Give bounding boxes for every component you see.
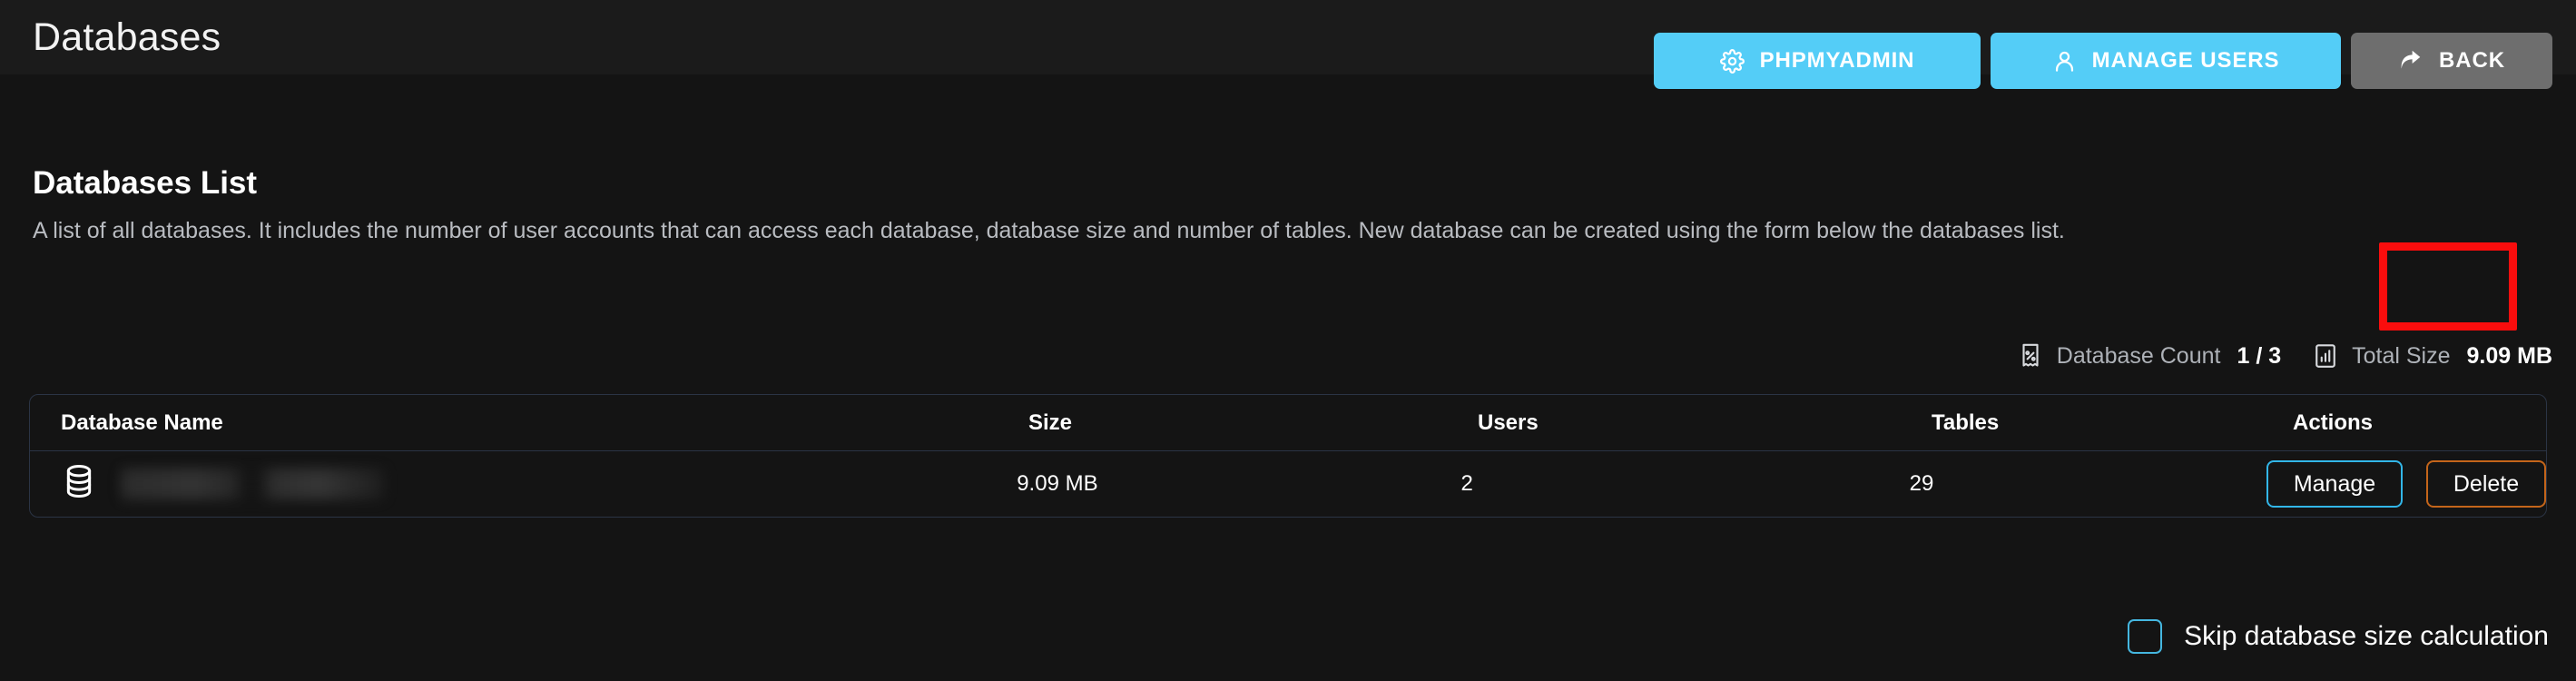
total-size-stat: Total Size 9.09 MB bbox=[2312, 342, 2552, 370]
column-header-size: Size bbox=[1028, 410, 1073, 435]
delete-database-button[interactable]: Delete bbox=[2426, 460, 2546, 508]
database-size-value: 9.09 MB bbox=[1017, 471, 1098, 496]
database-count-stat: Database Count 1 / 3 bbox=[2017, 342, 2281, 370]
stats-row: Database Count 1 / 3 Total Size 9.09 MB bbox=[2017, 342, 2552, 370]
table-header-row: Database Name Size Users Tables Actions bbox=[30, 395, 2546, 451]
section-title: Databases List bbox=[33, 165, 258, 201]
delete-button-highlight-annotation bbox=[2379, 242, 2517, 331]
database-name-cell bbox=[30, 463, 1017, 506]
phpmyadmin-button-label: PHPMYADMIN bbox=[1759, 48, 1915, 73]
bar-chart-icon bbox=[2312, 342, 2339, 370]
user-icon bbox=[2052, 49, 2077, 74]
column-header-database-name: Database Name bbox=[61, 410, 223, 435]
page-title: Databases bbox=[33, 15, 221, 59]
database-count-label: Database Count bbox=[2056, 342, 2221, 369]
database-tables-value: 29 bbox=[1909, 471, 1934, 496]
total-size-value: 9.09 MB bbox=[2466, 342, 2552, 369]
gear-icon bbox=[1719, 48, 1745, 74]
back-button[interactable]: BACK bbox=[2351, 33, 2552, 89]
manage-users-button-label: MANAGE USERS bbox=[2091, 48, 2280, 73]
header-actions: PHPMYADMIN MANAGE USERS BACK bbox=[1654, 33, 2552, 89]
skip-size-calculation-checkbox[interactable] bbox=[2128, 619, 2163, 654]
database-users-value: 2 bbox=[1460, 471, 1473, 496]
phpmyadmin-button[interactable]: PHPMYADMIN bbox=[1654, 33, 1981, 89]
database-stack-icon bbox=[61, 463, 97, 506]
receipt-percent-icon bbox=[2017, 342, 2044, 370]
total-size-label: Total Size bbox=[2352, 342, 2451, 369]
database-count-value: 1 / 3 bbox=[2237, 342, 2282, 369]
table-row: 9.09 MB 2 29 Manage Delete bbox=[30, 451, 2546, 517]
back-button-label: BACK bbox=[2439, 48, 2505, 73]
row-actions-cell: Manage Delete bbox=[2266, 460, 2546, 508]
manage-database-button[interactable]: Manage bbox=[2266, 460, 2403, 508]
column-header-users: Users bbox=[1478, 410, 1539, 435]
skip-size-calculation-row[interactable]: Skip database size calculation bbox=[2128, 619, 2549, 654]
manage-users-button[interactable]: MANAGE USERS bbox=[1991, 33, 2341, 89]
database-name-value bbox=[121, 469, 384, 499]
databases-table: Database Name Size Users Tables Actions … bbox=[29, 394, 2547, 518]
column-header-tables: Tables bbox=[1932, 410, 2000, 435]
top-header-bar: Databases PHPMYADMIN MANAGE USERS BACK bbox=[0, 0, 2576, 89]
skip-size-calculation-label: Skip database size calculation bbox=[2184, 621, 2549, 651]
section-description: A list of all databases. It includes the… bbox=[33, 218, 2065, 243]
forward-arrow-icon bbox=[2398, 48, 2424, 74]
column-header-actions: Actions bbox=[2293, 410, 2374, 435]
